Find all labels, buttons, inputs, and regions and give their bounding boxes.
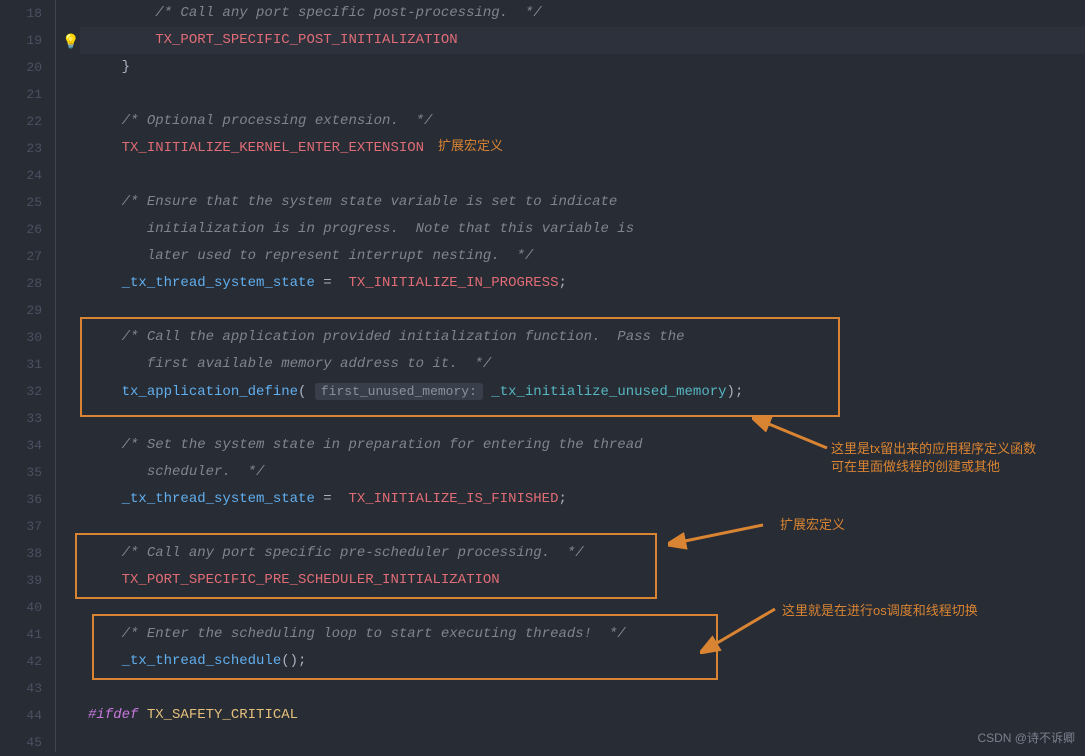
comment: /* Call the application provided initial… xyxy=(122,329,685,345)
line-number[interactable]: 18 xyxy=(0,0,42,27)
line-number[interactable]: 26 xyxy=(0,216,42,243)
line-number[interactable]: 38 xyxy=(0,540,42,567)
line-number[interactable]: 34 xyxy=(0,432,42,459)
inlay-hint: first_unused_memory: xyxy=(315,383,483,400)
line-number[interactable]: 21 xyxy=(0,81,42,108)
preprocessor: #ifdef xyxy=(88,707,138,723)
arrow-icon xyxy=(700,604,780,654)
function-call: _tx_thread_schedule xyxy=(122,653,282,669)
arrow-icon xyxy=(752,414,832,454)
fold-column xyxy=(50,0,80,752)
line-number[interactable]: 36 xyxy=(0,486,42,513)
identifier: _tx_thread_system_state xyxy=(122,491,315,507)
arrow-icon xyxy=(668,520,768,550)
comment: scheduler. */ xyxy=(122,464,265,480)
comment: initialization is in progress. Note that… xyxy=(122,221,634,237)
line-number[interactable]: 28 xyxy=(0,270,42,297)
macro-identifier: TX_INITIALIZE_IN_PROGRESS xyxy=(348,275,558,291)
annotation-label: 这里是tx留出来的应用程序定义函数 可在里面做线程的创建或其他 xyxy=(831,440,1036,476)
line-number[interactable]: 22 xyxy=(0,108,42,135)
identifier: _tx_thread_system_state xyxy=(122,275,315,291)
line-number[interactable]: 41 xyxy=(0,621,42,648)
line-number[interactable]: 37 xyxy=(0,513,42,540)
comment: /* Enter the scheduling loop to start ex… xyxy=(122,626,626,642)
line-number[interactable]: 23 xyxy=(0,135,42,162)
line-number[interactable]: 42 xyxy=(0,648,42,675)
comment: /* Call any port specific post-processin… xyxy=(155,5,541,21)
comment: /* Ensure that the system state variable… xyxy=(122,194,618,210)
annotation-label: 扩展宏定义 xyxy=(780,516,845,534)
line-number[interactable]: 44 xyxy=(0,702,42,729)
comment: /* Set the system state in preparation f… xyxy=(122,437,643,453)
comment: /* Optional processing extension. */ xyxy=(122,113,433,129)
line-number[interactable]: 27 xyxy=(0,243,42,270)
function-call: tx_application_define xyxy=(122,384,298,400)
line-number[interactable]: 25 xyxy=(0,189,42,216)
code-area[interactable]: /* Call any port specific post-processin… xyxy=(80,0,1085,752)
line-number[interactable]: 31 xyxy=(0,351,42,378)
line-number[interactable]: 24 xyxy=(0,162,42,189)
annotation-label: 这里就是在进行os调度和线程切换 xyxy=(782,602,978,620)
line-number[interactable]: 35 xyxy=(0,459,42,486)
brace: } xyxy=(122,59,130,75)
macro-identifier: TX_PORT_SPECIFIC_POST_INITIALIZATION xyxy=(155,32,457,48)
line-number[interactable]: 29 xyxy=(0,297,42,324)
annotation-label: 扩展宏定义 xyxy=(438,137,503,155)
line-number[interactable]: 33 xyxy=(0,405,42,432)
preprocessor-identifier: TX_SAFETY_CRITICAL xyxy=(138,707,298,723)
line-number[interactable]: 39 xyxy=(0,567,42,594)
code-editor: 18 19 20 21 22 23 24 25 26 27 28 29 30 3… xyxy=(0,0,1085,752)
macro-identifier: TX_INITIALIZE_IS_FINISHED xyxy=(348,491,558,507)
line-number[interactable]: 43 xyxy=(0,675,42,702)
comment: /* Call any port specific pre-scheduler … xyxy=(122,545,584,561)
line-number[interactable]: 20 xyxy=(0,54,42,81)
comment: first available memory address to it. */ xyxy=(122,356,492,372)
macro-identifier: TX_PORT_SPECIFIC_PRE_SCHEDULER_INITIALIZ… xyxy=(122,572,500,588)
line-number[interactable]: 30 xyxy=(0,324,42,351)
parameter: _tx_initialize_unused_memory xyxy=(491,384,726,400)
macro-identifier: TX_INITIALIZE_KERNEL_ENTER_EXTENSION xyxy=(122,140,424,156)
line-gutter: 18 19 20 21 22 23 24 25 26 27 28 29 30 3… xyxy=(0,0,50,752)
comment: later used to represent interrupt nestin… xyxy=(122,248,534,264)
line-number[interactable]: 19 xyxy=(0,27,42,54)
line-number[interactable]: 32 xyxy=(0,378,42,405)
watermark: CSDN @诗不诉卿 xyxy=(977,729,1075,746)
line-number[interactable]: 40 xyxy=(0,594,42,621)
